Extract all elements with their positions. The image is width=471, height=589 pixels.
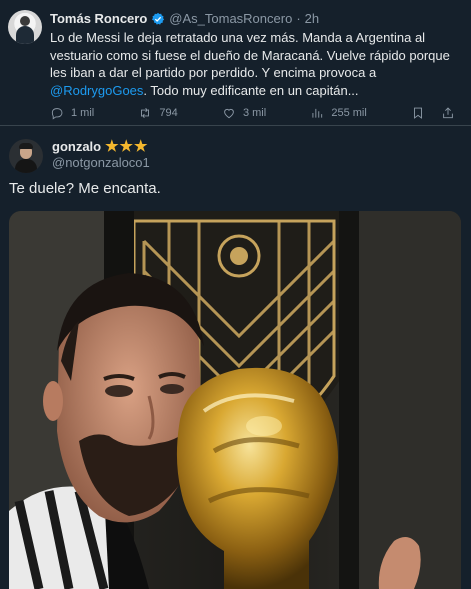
- tweet-photo[interactable]: [9, 211, 461, 589]
- tweet-text: Lo de Messi le deja retratado una vez má…: [50, 29, 460, 99]
- views-bar-chart-icon: [312, 108, 323, 118]
- share-icon: [443, 107, 453, 119]
- tweet-header: Tomás Roncero @As_TomasRoncero · 2h: [50, 11, 319, 26]
- stars-emoji: ★★★: [105, 138, 149, 155]
- author-handle[interactable]: @As_TomasRoncero: [169, 11, 292, 26]
- bookmark-button[interactable]: [411, 106, 425, 120]
- author-avatar[interactable]: [8, 10, 42, 44]
- reply-text: Te duele? Me encanta.: [9, 180, 161, 197]
- avatar-figure-body: [16, 26, 34, 44]
- reply-button[interactable]: 1 mil: [50, 106, 94, 120]
- retweet-count: 794: [159, 107, 178, 119]
- mention-link[interactable]: @RodrygoGoes: [50, 83, 143, 98]
- avatar-figure-head: [20, 16, 30, 26]
- reply-count: 1 mil: [71, 107, 95, 119]
- tweet-text-part: Lo de Messi le deja retratado una vez má…: [50, 30, 450, 80]
- reply-author-avatar[interactable]: [9, 139, 43, 173]
- locker-pillar-right: [339, 211, 359, 589]
- retweet-icon: [141, 108, 150, 118]
- views-button[interactable]: 255 mil: [310, 106, 367, 120]
- heart-icon: [224, 108, 234, 119]
- share-button[interactable]: [441, 106, 455, 120]
- actions-right: [411, 106, 455, 120]
- views-count: 255 mil: [331, 107, 367, 119]
- avatar-hair: [19, 143, 33, 149]
- verified-badge-icon: [152, 12, 165, 25]
- reply-author-name[interactable]: gonzalo: [52, 139, 101, 154]
- quoted-tweet[interactable]: Tomás Roncero @As_TomasRoncero · 2h Lo d…: [0, 0, 471, 126]
- reply-icon: [51, 108, 63, 120]
- reply-name-row: gonzalo ★★★: [52, 137, 148, 155]
- like-count: 3 mil: [242, 107, 267, 119]
- tweet-actions: 1 mil 794 3 mil 255 mil: [50, 104, 455, 122]
- reply-author-handle[interactable]: @notgonzaloco1: [52, 155, 150, 170]
- photo-illustration: [9, 211, 461, 589]
- bookmark-icon: [414, 107, 422, 119]
- author-name[interactable]: Tomás Roncero: [50, 11, 147, 26]
- like-button[interactable]: 3 mil: [222, 106, 266, 120]
- header-separator: ·: [296, 11, 301, 26]
- tweet-timestamp[interactable]: 2h: [305, 11, 319, 26]
- tweet-text-part: . Todo muy edificante en un capitán...: [143, 82, 359, 98]
- retweet-button[interactable]: 794: [138, 106, 178, 120]
- avatar-torso: [15, 159, 37, 173]
